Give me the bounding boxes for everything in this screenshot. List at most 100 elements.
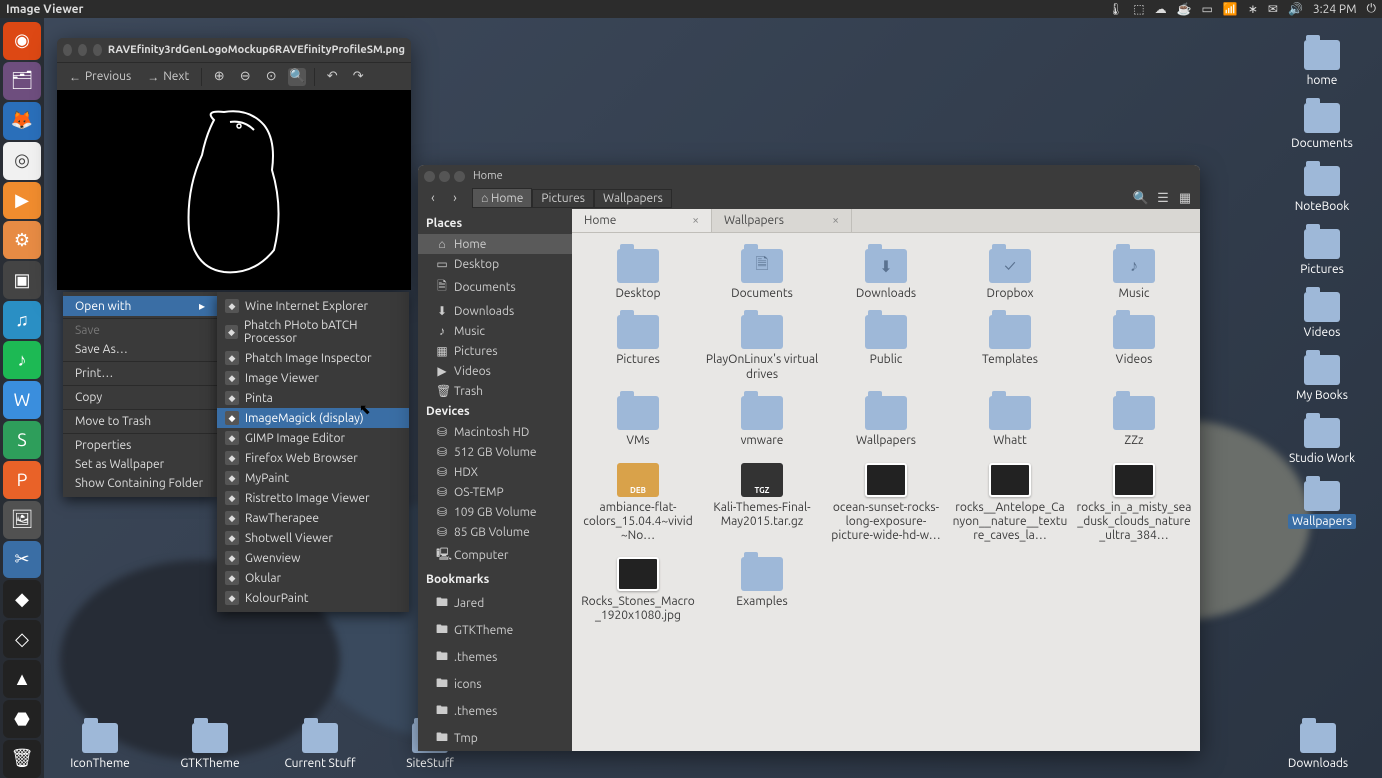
file-item[interactable]: ocean-sunset-rocks-long-exposure-picture… (826, 459, 946, 547)
desktop-gtktheme[interactable]: GTKTheme (170, 723, 250, 770)
desktop-home[interactable]: home (1282, 40, 1362, 87)
launcher-app-c[interactable]: ▲ (3, 660, 41, 698)
menu-save-as[interactable]: Save As… (63, 340, 217, 359)
coffee-icon[interactable]: ☕ (1177, 2, 1192, 16)
sidebar-item[interactable]: ⛁109 GB Volume (418, 502, 572, 522)
file-item[interactable]: Wallpapers (826, 392, 946, 452)
sidebar-item[interactable]: 🖿Tmp (418, 725, 572, 751)
openwith-item[interactable]: ◆Phatch Image Inspector (217, 348, 409, 368)
minimize-icon[interactable] (439, 171, 450, 182)
launcher-wps-writer[interactable]: W (3, 381, 41, 419)
zoom-fit-icon[interactable]: ⊙ (262, 68, 280, 86)
sidebar-item[interactable]: ⬇Downloads (418, 301, 572, 321)
clock[interactable]: 3:24 PM (1313, 3, 1357, 16)
fm-iconview[interactable]: Desktop🗎Documents⬇Downloads✓Dropbox♪Musi… (572, 233, 1200, 751)
menu-show-folder[interactable]: Show Containing Folder (63, 474, 217, 493)
file-item[interactable]: Templates (950, 311, 1070, 386)
file-item[interactable]: Desktop (578, 245, 698, 305)
sidebar-item[interactable]: 🗑Trash (418, 381, 572, 401)
desktop-wallpapers[interactable]: Wallpapers (1282, 481, 1362, 528)
openwith-item[interactable]: ◆Okular (217, 568, 409, 588)
back-button[interactable]: ‹ (424, 189, 442, 207)
launcher-app-d[interactable]: ⬣ (3, 700, 41, 738)
file-item[interactable]: Rocks_Stones_Macro_1920x1080.jpg (578, 553, 698, 628)
file-item[interactable]: ZZz (1074, 392, 1194, 452)
crumb-wallpapers[interactable]: Wallpapers (594, 189, 672, 208)
sidebar-item[interactable]: ⛁85 GB Volume (418, 522, 572, 542)
rotate-ccw-icon[interactable]: ↶ (323, 68, 341, 86)
search-icon[interactable]: 🔍 (1132, 189, 1150, 207)
menu-copy[interactable]: Copy (63, 388, 217, 407)
maximize-icon[interactable] (454, 171, 465, 182)
openwith-item[interactable]: ◆ImageMagick (display) (217, 408, 409, 428)
menu-set-wallpaper[interactable]: Set as Wallpaper (63, 455, 217, 474)
file-item[interactable]: Examples (702, 553, 822, 628)
sidebar-item[interactable]: ⛁512 GB Volume (418, 442, 572, 462)
launcher-screenshot[interactable]: ✂ (3, 541, 41, 579)
sidebar-item[interactable]: ⛁HDX (418, 462, 572, 482)
desktop-currentstuff[interactable]: Current Stuff (280, 723, 360, 770)
fm-titlebar[interactable]: Home (418, 165, 1200, 187)
launcher-rhythmbox[interactable]: ♫ (3, 301, 41, 339)
minimize-icon[interactable] (78, 44, 87, 56)
tab-home[interactable]: Home× (572, 209, 712, 232)
sidebar-item[interactable]: 🖿.themes (418, 644, 572, 671)
launcher-settings[interactable]: ⚙ (3, 221, 41, 259)
openwith-item[interactable]: ◆Phatch PHoto bATCH Processor (217, 316, 409, 348)
file-item[interactable]: rocks__Antelope_Canyon__nature__texture_… (950, 459, 1070, 547)
maximize-icon[interactable] (93, 44, 102, 56)
launcher-dash[interactable]: ◉ (3, 22, 41, 60)
openwith-item[interactable]: ◆Gwenview (217, 548, 409, 568)
sidebar-item[interactable]: 🖳Computer (418, 542, 572, 569)
openwith-item[interactable]: ◆MyPaint (217, 468, 409, 488)
sidebar-item[interactable]: ⛁Macintosh HD (418, 422, 572, 442)
openwith-item[interactable]: ◆Ristretto Image Viewer (217, 488, 409, 508)
forward-button[interactable]: › (446, 189, 464, 207)
iv-titlebar[interactable]: RAVEfinity3rdGenLogoMockup6RAVEfinityPro… (57, 38, 411, 62)
launcher-terminal[interactable]: ▣ (3, 261, 41, 299)
view-grid-icon[interactable]: ▦ (1176, 189, 1194, 207)
openwith-item[interactable]: ◆Wine Internet Explorer (217, 296, 409, 316)
file-item[interactable]: PlayOnLinux's virtual drives (702, 311, 822, 386)
menu-print[interactable]: Print… (63, 364, 217, 383)
prev-button[interactable]: ←Previous (65, 68, 135, 86)
volume-icon[interactable]: 🔊 (1288, 2, 1303, 16)
close-tab-icon[interactable]: × (692, 214, 699, 227)
close-icon[interactable] (424, 171, 435, 182)
sidebar-item[interactable]: 🖿.themes (418, 698, 572, 725)
power-icon[interactable]: ⏻ (1367, 2, 1377, 16)
menu-move-trash[interactable]: Move to Trash (63, 412, 217, 431)
file-item[interactable]: Whatt (950, 392, 1070, 452)
desktop-mybooks[interactable]: My Books (1282, 355, 1362, 402)
next-button[interactable]: →Next (143, 68, 193, 86)
sidebar-item[interactable]: ▶Videos (418, 361, 572, 381)
dropbox-icon[interactable]: ⬚ (1133, 2, 1144, 16)
file-item[interactable]: rocks_in_a_misty_sea_dusk_clouds_nature_… (1074, 459, 1194, 547)
wifi-icon[interactable]: 📶 (1223, 2, 1238, 16)
openwith-item[interactable]: ◆Pinta (217, 388, 409, 408)
sidebar-item[interactable]: 🗎Documents (418, 274, 572, 301)
weather-icon[interactable]: ☁ (1155, 2, 1167, 16)
sidebar-item[interactable]: 🖿Jared (418, 590, 572, 617)
desktop-studiowork[interactable]: Studio Work (1282, 418, 1362, 465)
sidebar-item[interactable]: ▦Pictures (418, 341, 572, 361)
launcher-chrome[interactable]: ◎ (3, 142, 41, 180)
desktop-downloads[interactable]: Downloads (1278, 723, 1358, 770)
file-item[interactable]: Public (826, 311, 946, 386)
sidebar-item[interactable]: 🖿GTKTheme (418, 617, 572, 644)
sidebar-item[interactable]: ⛁OS-TEMP (418, 482, 572, 502)
close-tab-icon[interactable]: × (832, 214, 839, 227)
crumb-pictures[interactable]: Pictures (532, 189, 594, 208)
file-item[interactable]: TGZKali-Themes-Final-May2015.tar.gz (702, 459, 822, 547)
launcher-app-a[interactable]: ◆ (3, 580, 41, 618)
file-item[interactable]: VMs (578, 392, 698, 452)
desktop-notebook[interactable]: NoteBook (1282, 166, 1362, 213)
zoom-actual-icon[interactable]: 🔍 (288, 68, 306, 86)
file-item[interactable]: DEBambiance-flat-colors_15.04.4~vivid~No… (578, 459, 698, 547)
sidebar-item[interactable]: ▭Desktop (418, 254, 572, 274)
desktop-videos[interactable]: Videos (1282, 292, 1362, 339)
rotate-cw-icon[interactable]: ↷ (349, 68, 367, 86)
menu-properties[interactable]: Properties (63, 436, 217, 455)
desktop-documents[interactable]: Documents (1282, 103, 1362, 150)
file-item[interactable]: ♪Music (1074, 245, 1194, 305)
